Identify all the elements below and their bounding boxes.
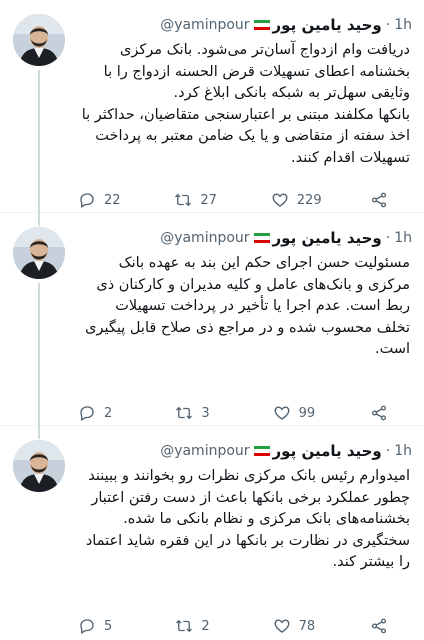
reply-icon xyxy=(80,406,94,421)
avatar-portrait-icon xyxy=(13,227,65,279)
author-handle[interactable]: @yaminpour xyxy=(160,443,249,459)
author-name[interactable]: وحید یامین پور xyxy=(273,229,382,247)
share-icon xyxy=(371,618,387,634)
author-handle[interactable]: @yaminpour xyxy=(160,17,249,33)
retweet-count: 3 xyxy=(201,405,210,421)
reply-count: 2 xyxy=(104,405,113,421)
retweet-icon xyxy=(175,193,192,207)
reply-count: 22 xyxy=(104,192,121,208)
tweet-time[interactable]: 1h xyxy=(394,17,412,33)
author-handle[interactable]: @yaminpour xyxy=(160,230,249,246)
separator-dot: · xyxy=(385,230,391,246)
tweet-text: دریافت وام ازدواج آسان‌تر می‌شود. بانک م… xyxy=(81,42,410,166)
tweet-header: @yaminpour وحید یامین پور · 1h xyxy=(78,227,412,249)
share-button[interactable] xyxy=(370,617,396,635)
share-button[interactable] xyxy=(370,404,396,422)
like-count: 229 xyxy=(296,192,322,208)
avatar[interactable] xyxy=(13,227,65,279)
tweet[interactable]: @yaminpour وحید یامین پور · 1h امیدوارم … xyxy=(0,426,424,639)
retweet-count: 27 xyxy=(200,192,217,208)
avatar-portrait-icon xyxy=(13,440,65,492)
reply-icon xyxy=(80,619,94,634)
tweet-actions: 5 2 78 xyxy=(78,616,396,636)
thread-connector xyxy=(38,70,40,226)
reply-button[interactable]: 2 xyxy=(78,404,126,422)
retweet-count: 2 xyxy=(201,618,210,634)
retweet-button[interactable]: 27 xyxy=(174,191,222,209)
avatar[interactable] xyxy=(13,14,65,66)
iran-flag-icon xyxy=(253,232,270,244)
reply-count: 5 xyxy=(104,618,113,634)
share-icon xyxy=(371,192,387,208)
heart-icon xyxy=(272,193,288,207)
tweet-text: امیدوارم رئیس بانک مرکزی نظرات رو بخوانن… xyxy=(85,468,410,570)
tweet-actions: 2 3 99 xyxy=(78,403,396,423)
like-button[interactable]: 99 xyxy=(273,404,321,422)
separator-dot: · xyxy=(385,17,391,33)
tweet[interactable]: @yaminpour وحید یامین پور · 1h دریافت وا… xyxy=(0,0,424,226)
tweet-time[interactable]: 1h xyxy=(394,443,412,459)
like-count: 78 xyxy=(298,618,316,634)
separator-dot: · xyxy=(385,443,391,459)
retweet-icon xyxy=(176,619,193,633)
reply-button[interactable]: 5 xyxy=(78,617,126,635)
retweet-button[interactable]: 3 xyxy=(175,404,223,422)
reply-button[interactable]: 22 xyxy=(78,191,126,209)
iran-flag-icon xyxy=(253,19,270,31)
tweet-header: @yaminpour وحید یامین پور · 1h xyxy=(78,440,412,462)
tweet-thread: @yaminpour وحید یامین پور · 1h دریافت وا… xyxy=(0,0,424,640)
heart-icon xyxy=(274,619,290,633)
tweet-actions: 22 27 229 xyxy=(78,190,396,210)
share-icon xyxy=(371,405,387,421)
heart-icon xyxy=(274,406,290,420)
reply-icon xyxy=(80,193,94,208)
thread-connector xyxy=(38,283,40,439)
like-button[interactable]: 229 xyxy=(271,191,322,209)
avatar-portrait-icon xyxy=(13,14,65,66)
like-button[interactable]: 78 xyxy=(273,617,321,635)
tweet-text: مسئولیت حسن اجرای حکم این بند به عهده با… xyxy=(80,255,410,357)
tweet-header: @yaminpour وحید یامین پور · 1h xyxy=(78,14,412,36)
author-name[interactable]: وحید یامین پور xyxy=(273,442,382,460)
like-count: 99 xyxy=(298,405,316,421)
retweet-button[interactable]: 2 xyxy=(175,617,223,635)
tweet[interactable]: @yaminpour وحید یامین پور · 1h مسئولیت ح… xyxy=(0,213,424,439)
share-button[interactable] xyxy=(370,191,396,209)
tweet-time[interactable]: 1h xyxy=(394,230,412,246)
avatar[interactable] xyxy=(13,440,65,492)
author-name[interactable]: وحید یامین پور xyxy=(273,16,382,34)
iran-flag-icon xyxy=(253,445,270,457)
retweet-icon xyxy=(176,406,193,420)
